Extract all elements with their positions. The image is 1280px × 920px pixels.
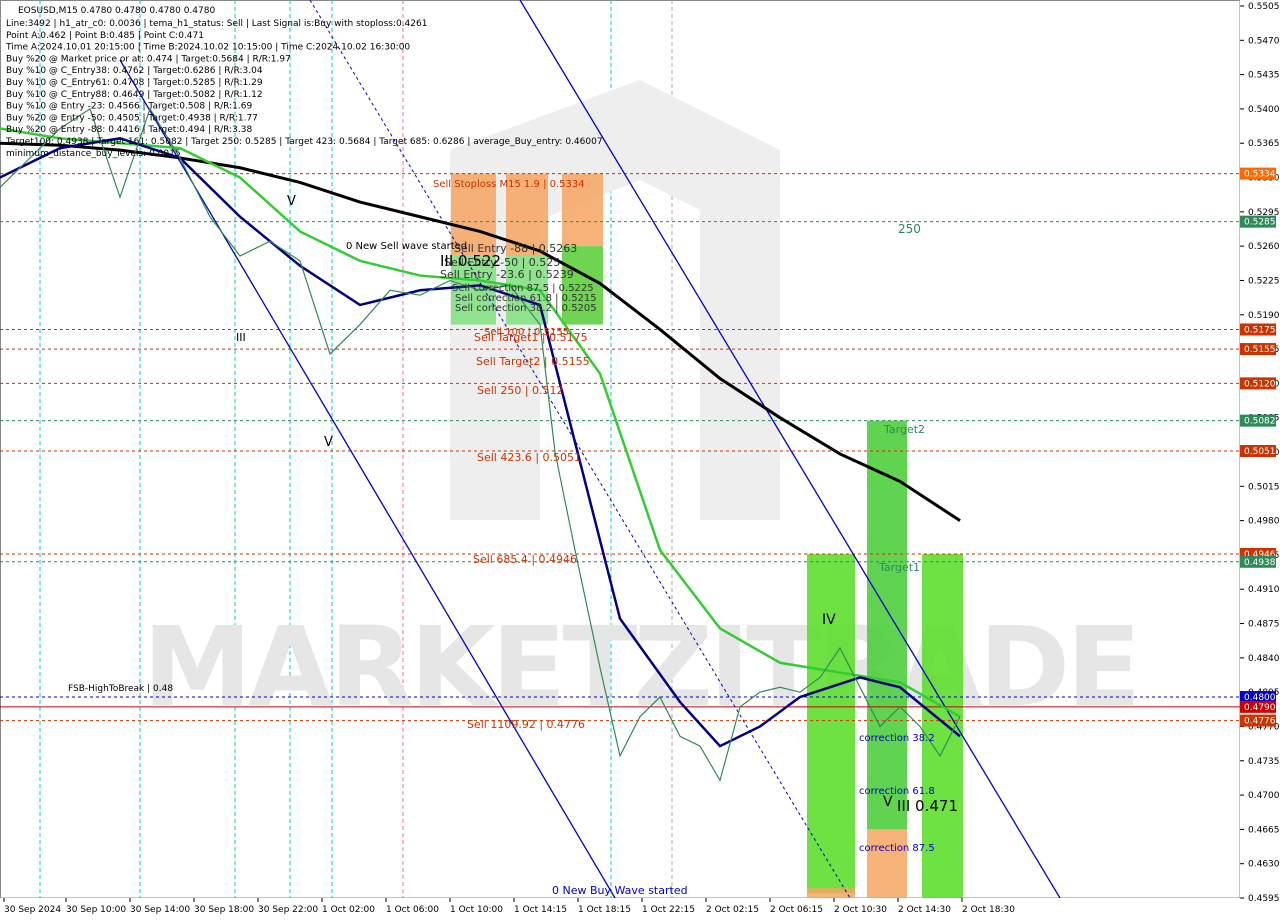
info-line: Line:3492 | h1_atr_c0: 0.0036 | tema_h1_… <box>6 19 427 29</box>
y-tick-label: 0.4840 <box>1248 654 1280 664</box>
annotation-label: Sell 1109.92 | 0.4776 <box>467 718 585 731</box>
annotation-label: V <box>883 794 893 810</box>
x-tick-label: 1 Oct 22:15 <box>642 905 695 915</box>
info-line: Target100: 0.4938 | Target 161: 0.5082 |… <box>5 137 603 147</box>
y-tick-label: 0.5015 <box>1248 482 1280 492</box>
x-tick-label: 2 Oct 18:30 <box>962 905 1015 915</box>
price-level-tag-label: 0.5051 <box>1244 447 1276 457</box>
info-line: Buy %20 @ Entry -88: 0.4416 | Target:0.4… <box>6 125 252 135</box>
y-tick-label: 0.5225 <box>1248 276 1280 286</box>
price-level-tag-label: 0.5175 <box>1244 325 1276 335</box>
info-line: Point A:0.462 | Point B:0.485 | Point C:… <box>6 31 204 41</box>
info-line: Buy %20 @ Market price or at: 0.474 | Ta… <box>6 54 291 64</box>
annotation-label: III <box>236 331 246 344</box>
info-line: minimum_distance_buy_levels: 0.0015 <box>6 149 181 159</box>
symbol-header: EOSUSD,M15 0.4780 0.4780 0.4780 0.4780 <box>18 6 215 16</box>
y-axis-panel <box>1240 0 1280 920</box>
y-tick-label: 0.4665 <box>1248 825 1280 835</box>
y-tick-label: 0.5435 <box>1248 71 1280 81</box>
annotation-label: Sell 100 | 0.5155 <box>484 327 569 338</box>
x-tick-label: 1 Oct 02:00 <box>322 905 375 915</box>
price-level-tag-label: 0.5285 <box>1244 218 1276 228</box>
info-line: Buy %10 @ C_Entry61: 0.4708 | Target:0.5… <box>6 78 263 88</box>
x-tick-label: 2 Oct 02:15 <box>706 905 759 915</box>
y-tick-label: 0.4595 <box>1248 894 1280 904</box>
annotation-label: Target1 <box>878 561 920 574</box>
y-tick-label: 0.5400 <box>1248 105 1280 115</box>
annotation-label: V <box>287 194 296 209</box>
y-tick-label: 0.4980 <box>1248 517 1280 527</box>
x-tick-label: 30 Sep 10:00 <box>66 905 126 915</box>
info-line: Buy %10 @ C_Entry38: 0.4762 | Target:0.6… <box>6 66 263 76</box>
price-level-tag-label: 0.4776 <box>1244 717 1276 727</box>
info-line: Time A:2024.10.01 20:15:00 | Time B:2024… <box>5 43 410 53</box>
annotation-label: Target2 <box>883 423 925 436</box>
annotation-label: 250 <box>898 222 921 236</box>
signal-zone <box>807 888 855 898</box>
y-tick-label: 0.5260 <box>1248 242 1280 252</box>
annotation-label: Sell 423.6 | 0.5051 <box>477 451 581 464</box>
annotation-label: 0 New Sell wave started <box>346 241 467 252</box>
y-tick-label: 0.4735 <box>1248 757 1280 767</box>
annotation-label: III 0.522 <box>440 252 501 270</box>
x-tick-label: 2 Oct 14:30 <box>898 905 951 915</box>
annotation-label: correction 61.8 <box>859 786 935 797</box>
annotation-label: Sell correction 38.2 | 0.5205 <box>455 303 597 314</box>
signal-zone <box>807 553 855 894</box>
price-level-tag-label: 0.4790 <box>1244 703 1276 713</box>
annotation-label: IV <box>822 612 836 628</box>
y-tick-label: 0.4630 <box>1248 860 1280 870</box>
x-tick-label: 30 Sep 18:00 <box>194 905 254 915</box>
annotation-label: Sell Target2 | 0.5155 <box>476 355 590 368</box>
y-tick-label: 0.5470 <box>1248 36 1280 46</box>
watermark-text: MARKETZITRADE <box>143 603 1138 731</box>
signal-zone <box>867 829 907 898</box>
annotation-label: 0 New Buy Wave started <box>552 884 688 897</box>
x-tick-label: 30 Sep 14:00 <box>130 905 190 915</box>
annotation-label: V <box>324 435 333 450</box>
annotation-label: Sell Stoploss M15 1.9 | 0.5334 <box>433 179 585 190</box>
y-tick-label: 0.5365 <box>1248 139 1280 149</box>
x-tick-label: 2 Oct 10:30 <box>834 905 887 915</box>
annotation-label: FSB-HighToBreak | 0.48 <box>68 684 173 694</box>
price-level-tag-label: 0.5120 <box>1244 379 1276 389</box>
info-line: Buy %20 @ Entry -50: 0.4505 | Target:0.4… <box>6 113 258 123</box>
annotation-label: correction 38.2 <box>859 733 935 744</box>
chart: MARKETZITRADE Sell Stoploss M15 1.9 | 0.… <box>0 0 1280 920</box>
x-tick-label: 1 Oct 10:00 <box>450 905 503 915</box>
price-level-tag-label: 0.5334 <box>1244 170 1276 180</box>
y-tick-label: 0.4910 <box>1248 585 1280 595</box>
x-tick-label: 1 Oct 06:00 <box>386 905 439 915</box>
annotation-label: Sell 685.4 | 0.4946 <box>473 553 577 566</box>
x-tick-label: 1 Oct 14:15 <box>514 905 567 915</box>
y-tick-label: 0.4875 <box>1248 620 1280 630</box>
x-tick-label: 2 Oct 06:15 <box>770 905 823 915</box>
y-tick-label: 0.5505 <box>1248 2 1280 12</box>
x-tick-label: 30 Sep 2024 <box>4 905 61 915</box>
price-level-tag-label: 0.5155 <box>1244 345 1276 355</box>
info-line: Buy %10 @ Entry -23: 0.4566 | Target:0.5… <box>6 102 252 112</box>
annotation-label: III 0.471 <box>897 797 958 815</box>
annotation-label: Sell 250 | 0.512 <box>477 384 564 397</box>
x-tick-label: 30 Sep 22:00 <box>258 905 318 915</box>
x-tick-label: 1 Oct 18:15 <box>578 905 631 915</box>
info-line: Buy %10 @ C_Entry88: 0.4649 | Target:0.5… <box>6 90 263 100</box>
price-level-tag-label: 0.4938 <box>1244 558 1276 568</box>
annotation-label: correction 87.5 <box>859 843 935 854</box>
y-tick-label: 0.5190 <box>1248 311 1280 321</box>
y-tick-label: 0.4700 <box>1248 791 1280 801</box>
price-level-tag-label: 0.5082 <box>1244 417 1276 427</box>
